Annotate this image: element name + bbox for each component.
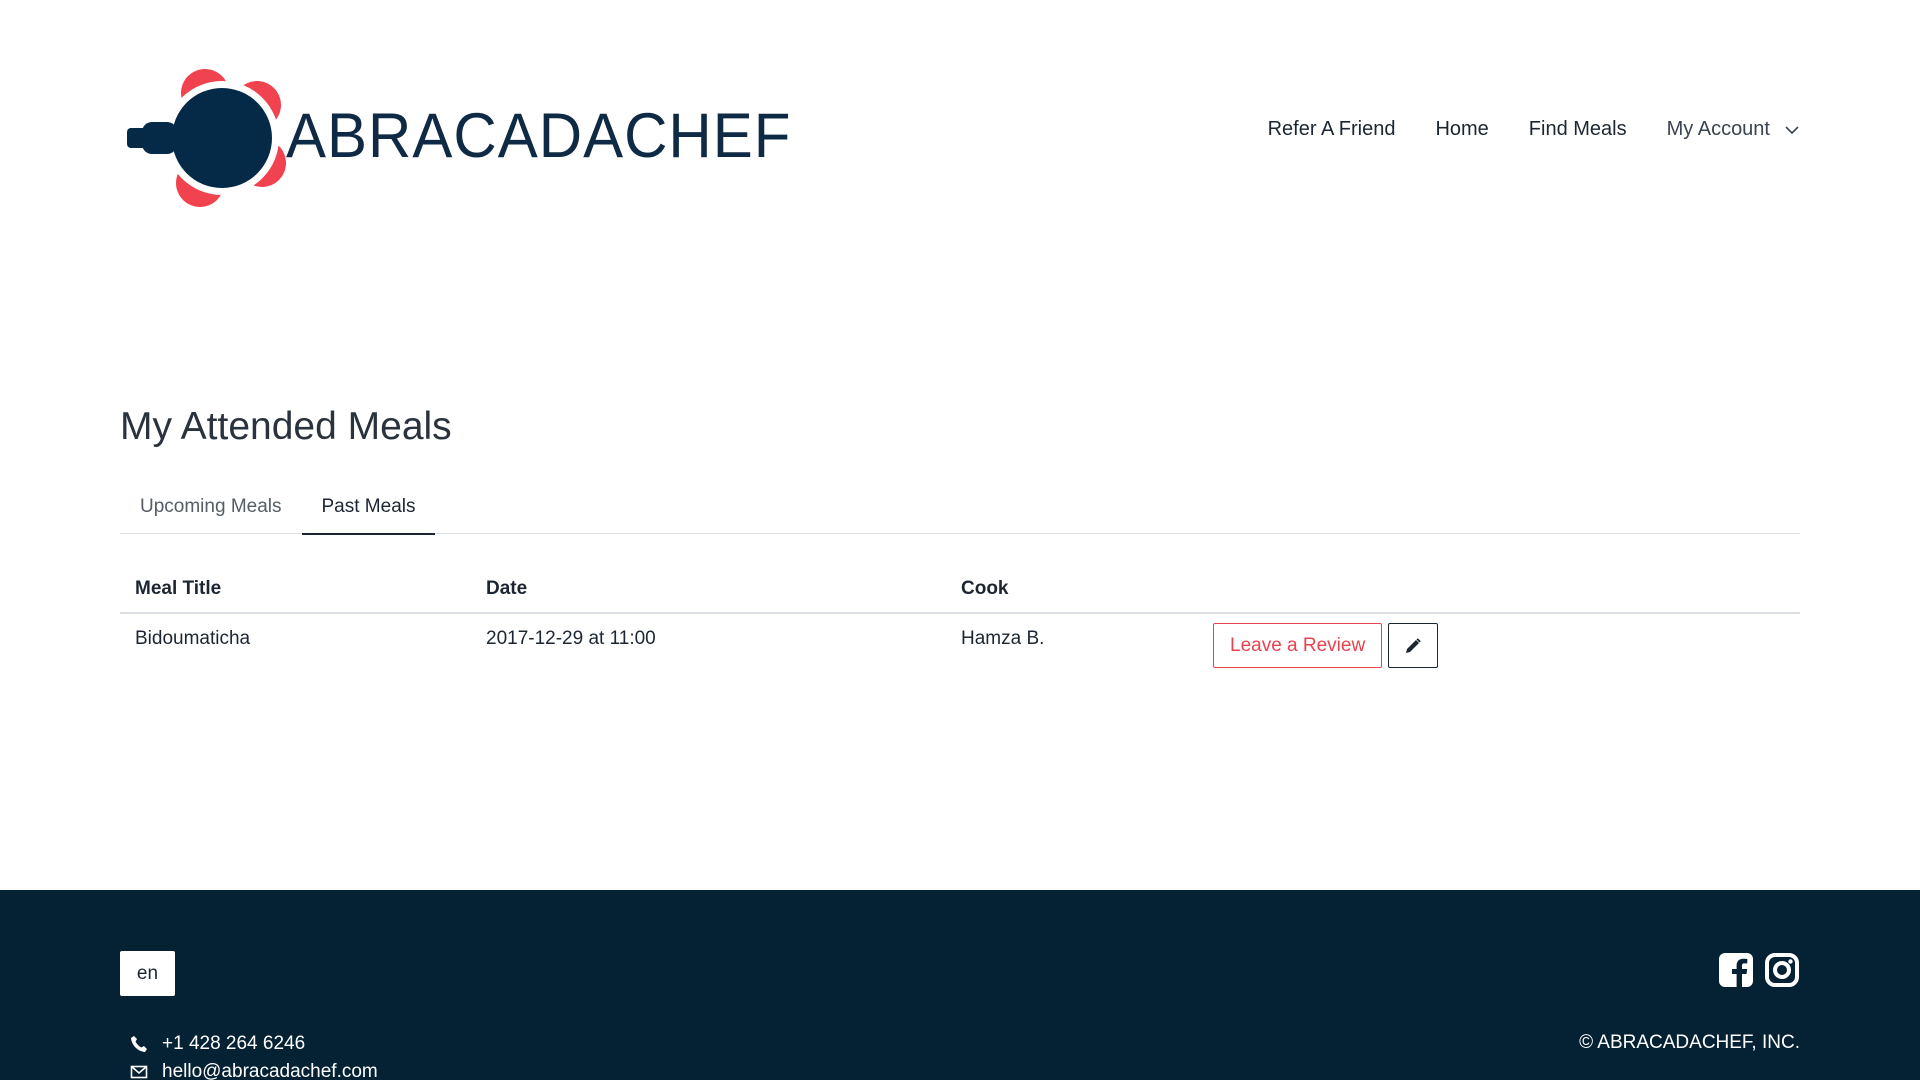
edit-button[interactable] [1388,623,1439,668]
meals-table: Meal Title Date Cook Bidoumaticha 2017-1… [120,565,1800,674]
copyright-text: © ABRACADACHEF, INC. [1579,1032,1800,1053]
instagram-icon[interactable] [1764,952,1800,988]
language-selector[interactable]: en [120,951,175,996]
table-row: Bidoumaticha 2017-12-29 at 11:00 Hamza B… [120,614,1800,674]
phone-line: +1 428 264 6246 [130,1030,378,1058]
social-links [1718,952,1800,988]
envelope-icon [130,1065,148,1079]
column-header-date: Date [486,577,528,599]
cook-cell: Hamza B. [961,628,1045,649]
actions-cell: Leave a Review [1213,623,1439,668]
email-line: hello@abracadachef.com [130,1058,378,1080]
meal-title-cell: Bidoumaticha [135,628,251,649]
contact-info: +1 428 264 6246 hello@abracadachef.com [130,1030,378,1080]
main-nav: Refer A Friend Home Find Meals My Accoun… [1268,118,1800,141]
brand-wordmark: ABRACADACHEF [286,99,792,171]
brand-logo[interactable]: ABRACADACHEF [122,60,790,210]
chevron-down-icon [1785,125,1799,134]
column-header-cook: Cook [961,577,1009,599]
phone-number[interactable]: +1 428 264 6246 [162,1033,305,1055]
tab-past-meals[interactable]: Past Meals [301,484,436,535]
site-header: ABRACADACHEF Refer A Friend Home Find Me… [0,0,1920,270]
phone-icon [131,1036,147,1052]
nav-refer-a-friend[interactable]: Refer A Friend [1268,118,1396,141]
chef-logo-icon [127,69,286,207]
nav-find-meals[interactable]: Find Meals [1529,118,1627,141]
nav-my-account[interactable]: My Account [1667,118,1800,141]
table-header: Meal Title Date Cook [120,565,1800,614]
leave-review-button[interactable]: Leave a Review [1213,623,1383,668]
page-title: My Attended Meals [120,405,452,448]
email-address[interactable]: hello@abracadachef.com [162,1061,378,1080]
facebook-icon[interactable] [1718,952,1754,988]
tab-upcoming-meals[interactable]: Upcoming Meals [120,484,302,534]
pencil-icon [1406,637,1422,653]
site-footer: en +1 428 264 6246 hello@abracadachef.co… [0,890,1920,1080]
nav-my-account-label: My Account [1666,118,1770,140]
column-header-meal-title: Meal Title [135,577,222,599]
nav-home[interactable]: Home [1435,118,1488,141]
date-cell: 2017-12-29 at 11:00 [486,628,656,649]
meal-tabs: Upcoming Meals Past Meals [120,484,1800,535]
